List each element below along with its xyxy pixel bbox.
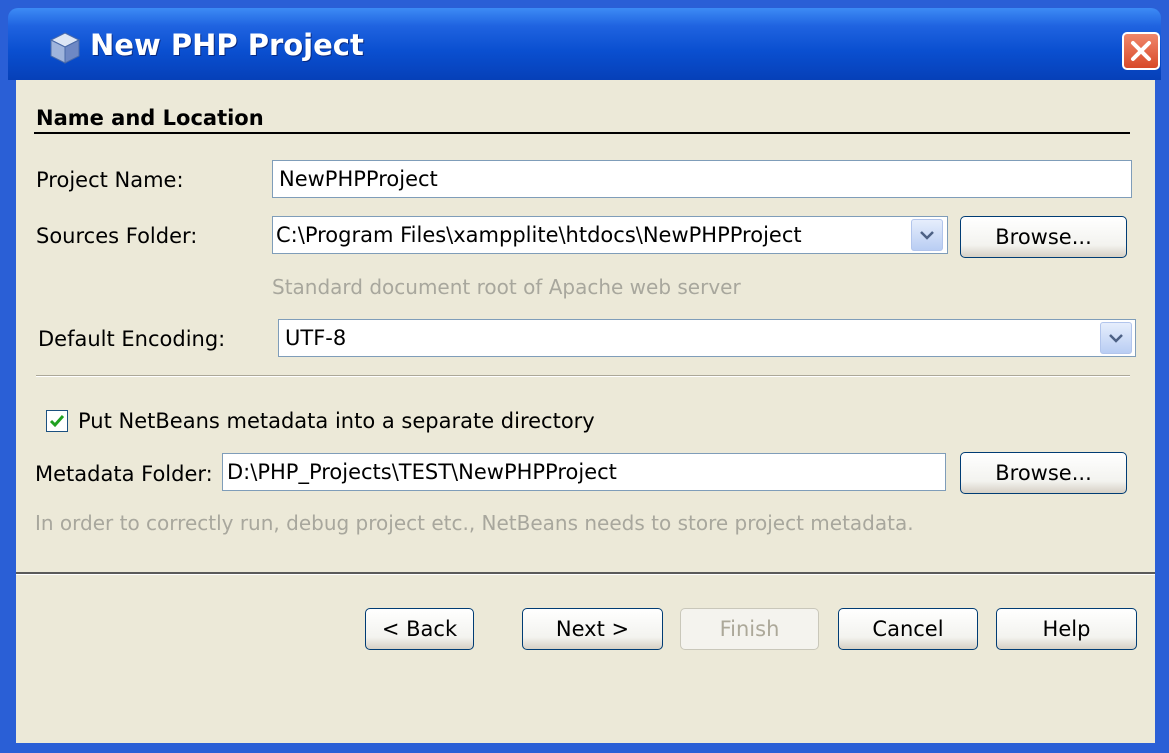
sources-browse-button[interactable]: Browse...	[960, 216, 1127, 258]
dialog-window: New PHP Project Name and Location Projec…	[0, 0, 1169, 753]
finish-button[interactable]: Finish	[680, 608, 819, 650]
next-button[interactable]: Next >	[522, 608, 663, 650]
section-heading: Name and Location	[36, 106, 264, 130]
help-button[interactable]: Help	[996, 608, 1137, 650]
button-bar-separator	[16, 572, 1155, 575]
project-name-input[interactable]: NewPHPProject	[272, 160, 1132, 198]
sources-folder-dropdown-button[interactable]	[911, 219, 943, 251]
close-button[interactable]	[1122, 32, 1160, 70]
chevron-down-icon	[920, 231, 934, 240]
close-icon	[1131, 41, 1151, 61]
divider	[36, 375, 1130, 377]
encoding-dropdown-button[interactable]	[1100, 322, 1132, 354]
sources-folder-hint: Standard document root of Apache web ser…	[272, 275, 741, 299]
chevron-down-icon	[1109, 334, 1123, 343]
dialog-content: Name and Location Project Name: NewPHPPr…	[16, 80, 1155, 743]
metadata-folder-input[interactable]: D:\PHP_Projects\TEST\NewPHPProject	[222, 453, 946, 491]
checkmark-icon	[49, 415, 65, 428]
encoding-combo[interactable]: UTF-8	[278, 319, 1136, 357]
cancel-button[interactable]: Cancel	[838, 608, 978, 650]
project-name-label: Project Name:	[36, 168, 184, 192]
metadata-browse-button[interactable]: Browse...	[960, 452, 1127, 494]
encoding-label: Default Encoding:	[38, 327, 226, 351]
sources-folder-combo[interactable]: C:\Program Files\xampplite\htdocs\NewPHP…	[272, 216, 948, 254]
metadata-checkbox[interactable]	[46, 410, 68, 432]
back-button[interactable]: < Back	[365, 608, 474, 650]
metadata-checkbox-label[interactable]: Put NetBeans metadata into a separate di…	[78, 407, 595, 435]
title-bar[interactable]: New PHP Project	[8, 8, 1161, 80]
metadata-hint: In order to correctly run, debug project…	[35, 511, 914, 535]
netbeans-cube-icon	[49, 32, 81, 64]
section-separator	[34, 132, 1130, 134]
encoding-value: UTF-8	[285, 326, 347, 350]
sources-folder-label: Sources Folder:	[36, 224, 198, 248]
sources-folder-value: C:\Program Files\xampplite\htdocs\NewPHP…	[276, 223, 802, 247]
window-title: New PHP Project	[90, 28, 364, 62]
metadata-folder-label: Metadata Folder:	[35, 462, 213, 486]
